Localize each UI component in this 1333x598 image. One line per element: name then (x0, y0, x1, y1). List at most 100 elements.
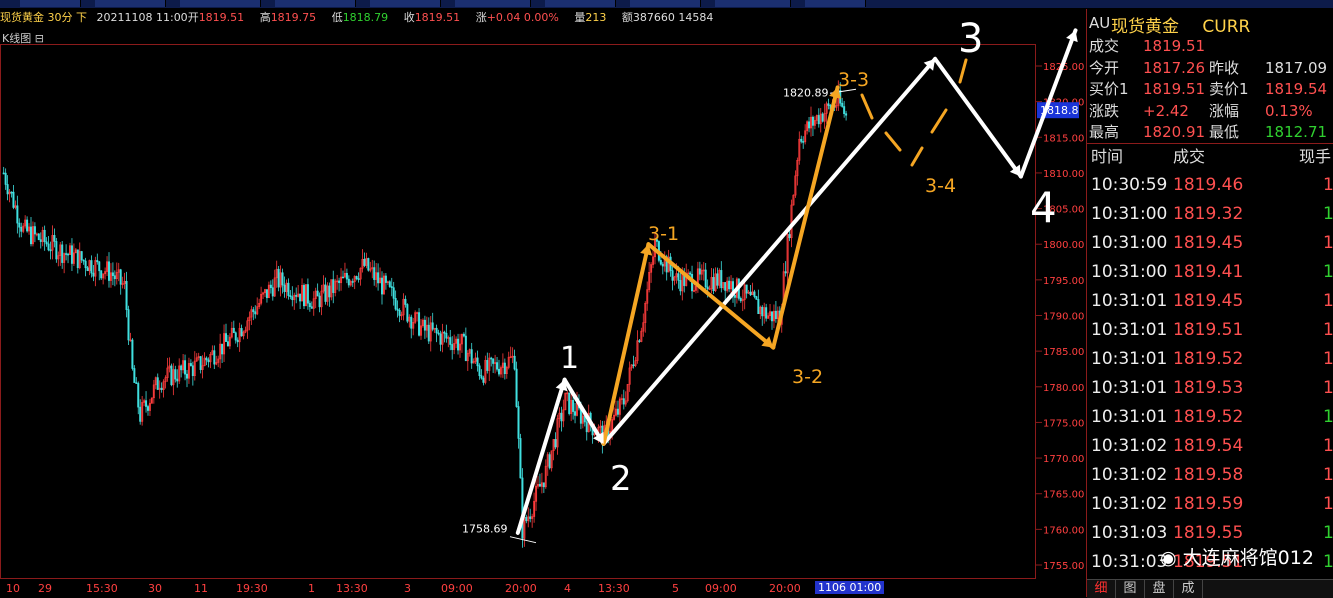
watermark-text: 大连麻将馆012 (1182, 547, 1314, 569)
tick-row[interactable]: 10:31:00 1819.45 1 (1087, 229, 1333, 257)
wave-label: 3-1 (648, 223, 679, 245)
tick-qty: 1 (1323, 436, 1333, 456)
candle-body (291, 296, 294, 301)
candle-body (86, 267, 89, 272)
candle-body (497, 368, 500, 375)
quote-value: +2.42 (1143, 101, 1189, 120)
candle-body (457, 338, 460, 351)
candle-body (712, 277, 715, 292)
tick-time: 10:31:00 (1091, 262, 1168, 282)
wave-projection-dash (910, 146, 924, 167)
wave-projection-dash (884, 131, 902, 152)
candle-body (147, 406, 150, 411)
tick-price: 1819.32 (1173, 204, 1244, 224)
candle-body (39, 239, 42, 242)
wave-label: 3-3 (838, 69, 869, 91)
candle-body (324, 284, 327, 302)
y-tick-label: 1800.00 (1043, 240, 1084, 251)
side-tab[interactable]: 细 (1087, 580, 1116, 598)
candle-body (745, 284, 748, 294)
candle-body (283, 284, 286, 292)
quote-value: 1812.71 (1265, 123, 1328, 141)
candle-body (328, 285, 331, 298)
candle-body (10, 191, 13, 194)
candle-body (464, 335, 467, 362)
tick-row[interactable]: 10:31:00 1819.32 1 (1087, 200, 1333, 228)
candle-body (554, 439, 557, 448)
x-cursor-label: 1106 01:00 (815, 581, 885, 594)
candle-body (704, 269, 707, 288)
candle-body (16, 205, 19, 224)
y-tick-label: 1810.00 (1043, 169, 1084, 180)
candle-body (156, 377, 159, 390)
candle-body (55, 241, 58, 260)
tick-row[interactable]: 10:31:01 1819.52 1 (1087, 403, 1333, 431)
tick-price: 1819.52 (1173, 349, 1244, 369)
candle-body (341, 276, 344, 279)
candle-body (470, 349, 473, 364)
candle-body (355, 276, 358, 279)
candle-body (347, 278, 350, 286)
tick-row[interactable]: 10:31:02 1819.54 1 (1087, 432, 1333, 460)
tick-row[interactable]: 10:31:01 1819.45 1 (1087, 287, 1333, 315)
candle-body (6, 184, 9, 195)
tick-qty: 1 (1323, 291, 1333, 311)
candle-body (119, 269, 122, 285)
tick-qty: 1 (1323, 523, 1333, 543)
candle-body (287, 282, 290, 296)
candle-body (90, 260, 93, 274)
candle-body (20, 226, 23, 232)
candle-body (821, 113, 824, 122)
quote-label: 今开 (1089, 58, 1120, 77)
quote-value: 1817.26 (1143, 58, 1206, 77)
tick-time: 10:31:01 (1091, 407, 1168, 427)
candle-body (92, 272, 95, 277)
x-tick-label: 11 (194, 582, 208, 595)
candle-body (431, 322, 434, 330)
candle-body (482, 377, 485, 383)
candle-body (716, 273, 719, 286)
candle-body (513, 355, 516, 370)
tick-qty: 1 (1323, 262, 1333, 282)
tick-row[interactable]: 10:30:59 1819.46 1 (1087, 171, 1333, 199)
candle-body (568, 392, 571, 414)
candle-body (765, 307, 768, 319)
candle-body (226, 341, 229, 347)
candle-body (160, 387, 163, 390)
candle-body (236, 339, 239, 343)
tick-time: 10:31:01 (1091, 320, 1168, 340)
candle-body (345, 273, 348, 280)
tick-row[interactable]: 10:31:00 1819.41 1 (1087, 258, 1333, 286)
side-title-symbol: 现货黄金 (1111, 17, 1179, 37)
side-corner-code: AU (1089, 14, 1111, 32)
weibo-icon: ◉ (1160, 547, 1177, 569)
candle-body (33, 226, 36, 235)
candle-body (753, 291, 756, 297)
candle-body (205, 357, 208, 361)
candle-body (310, 306, 313, 309)
candle-body (811, 116, 814, 126)
candle-body (757, 299, 760, 315)
side-tab[interactable]: 成 (1174, 580, 1203, 598)
side-tab[interactable]: 盘 (1145, 580, 1174, 598)
tick-qty: 1 (1323, 465, 1333, 485)
candle-body (679, 280, 682, 292)
quote-value: 1819.51 (1143, 80, 1206, 98)
tick-time: 10:30:59 (1091, 175, 1168, 195)
candle-body (191, 365, 194, 377)
tick-row[interactable]: 10:31:02 1819.58 1 (1087, 461, 1333, 489)
tick-time: 10:31:02 (1091, 436, 1168, 456)
side-tab[interactable]: 图 (1116, 580, 1145, 598)
quote-row: 成交 1819.51 (1087, 35, 1333, 57)
candle-body (271, 287, 274, 297)
candle-body (784, 271, 787, 274)
candle-body (174, 369, 177, 380)
candle-body (632, 364, 635, 367)
tick-row[interactable]: 10:31:01 1819.53 1 (1087, 374, 1333, 402)
tick-row[interactable]: 10:31:01 1819.52 1 (1087, 345, 1333, 373)
candle-body (351, 281, 354, 283)
tick-qty: 1 (1323, 175, 1333, 195)
tick-row[interactable]: 10:31:01 1819.51 1 (1087, 316, 1333, 344)
candlestick-chart[interactable]: 1825.001820.001815.001810.001805.001800.… (0, 0, 1085, 579)
tick-row[interactable]: 10:31:02 1819.59 1 (1087, 490, 1333, 518)
